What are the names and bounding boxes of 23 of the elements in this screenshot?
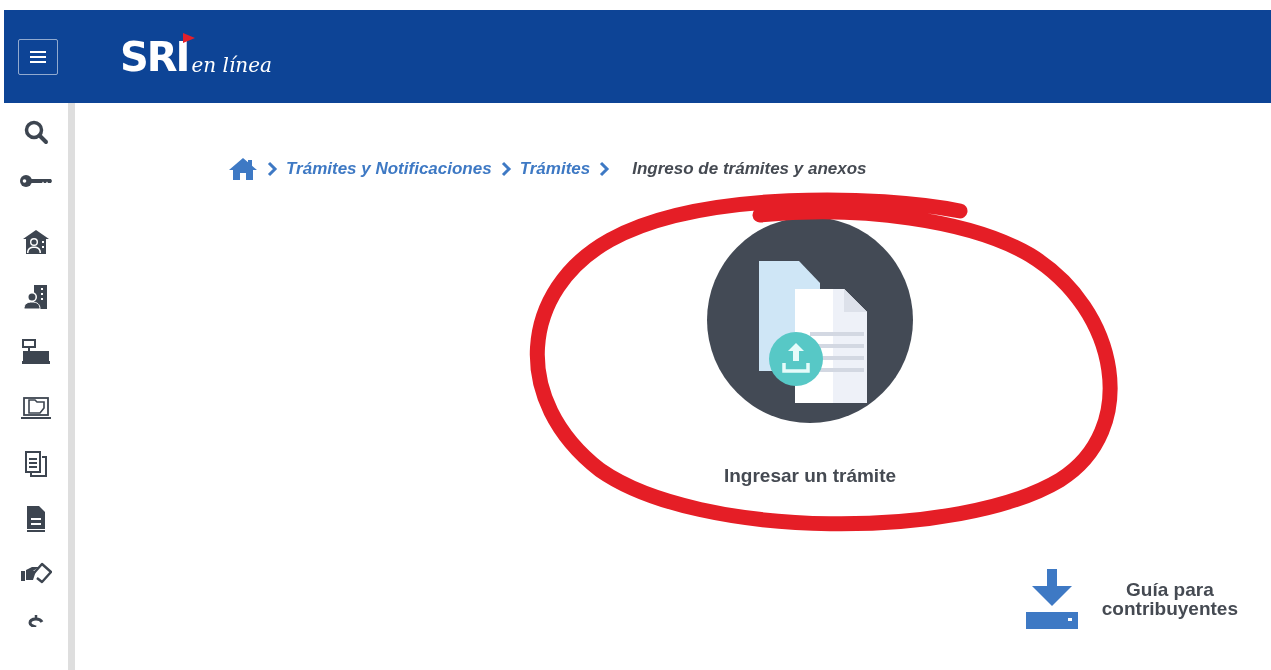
logo-mark: SRI (120, 36, 189, 77)
menu-icon (30, 50, 46, 63)
logo-tagline: en línea (191, 54, 272, 77)
chevron-icon (499, 161, 512, 177)
breadcrumb-link[interactable]: Trámites y Notificaciones (286, 159, 492, 179)
chevron-icon (266, 161, 278, 177)
chevron-icon (598, 161, 611, 177)
documents-icon[interactable] (24, 449, 48, 478)
building-person-icon[interactable] (23, 284, 49, 311)
menu-button[interactable] (18, 38, 58, 75)
submit-procedure-tile[interactable]: Ingresar un trámite (707, 217, 913, 487)
house-person-icon[interactable] (22, 229, 50, 256)
breadcrumb-link[interactable]: Trámites (519, 159, 591, 179)
breadcrumb-current: Ingreso de trámites y anexos (632, 159, 867, 179)
cash-register-icon[interactable] (21, 339, 51, 366)
document-upload-icon (707, 217, 913, 423)
laptop-folder-icon[interactable] (20, 394, 52, 421)
guide-download-link[interactable]: Guía para contribuyentes (1025, 569, 1238, 629)
home-icon[interactable] (228, 157, 258, 181)
document-icon[interactable] (25, 504, 47, 533)
search-icon[interactable] (23, 119, 49, 145)
key-icon[interactable] (20, 174, 52, 189)
download-icon (1025, 569, 1078, 629)
